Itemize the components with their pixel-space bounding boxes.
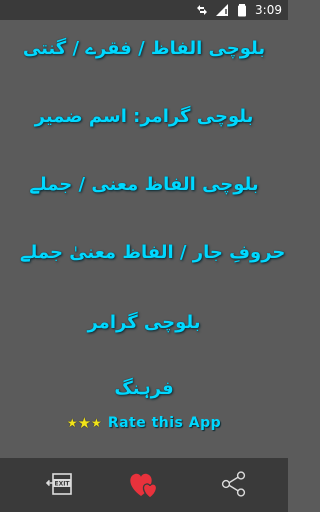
- menu-item-grammar-pronoun[interactable]: بلوچی گرامر: اسم ضمیر: [20, 106, 268, 127]
- data-transfer-icon: [197, 5, 208, 15]
- menu-item-dictionary[interactable]: فرہنگ: [20, 378, 268, 399]
- bottom-bar: EXIT: [0, 458, 288, 512]
- status-time: 3:09: [255, 3, 282, 17]
- signal-icon: [216, 4, 229, 16]
- share-button[interactable]: [214, 464, 254, 504]
- main-menu: بلوچی الفاظ / فقرے / گنتی بلوچی گرامر: ا…: [0, 20, 288, 468]
- status-icons: 3:09: [195, 3, 282, 17]
- menu-item-prepositions[interactable]: حروفِ جار / الفاظ معنیٰ جملے: [20, 242, 285, 263]
- hearts-icon: [130, 473, 158, 499]
- menu-item-words-phrases-counting[interactable]: بلوچی الفاظ / فقرے / گنتی: [20, 38, 268, 59]
- menu-item-words-meaning-sentences[interactable]: بلوچی الفاظ معنی / جملے: [20, 174, 268, 195]
- rate-app-button[interactable]: ★ ★ ★ Rate this App: [0, 412, 288, 434]
- rate-app-label: Rate this App: [107, 415, 222, 431]
- exit-icon-text: EXIT: [54, 481, 70, 488]
- exit-button[interactable]: EXIT: [42, 464, 82, 504]
- menu-item-grammar[interactable]: بلوچی گرامر: [20, 312, 268, 333]
- favorites-button[interactable]: [124, 464, 164, 504]
- exit-icon: EXIT: [45, 473, 72, 495]
- three-stars-icon: ★ ★ ★: [66, 414, 102, 432]
- status-bar: 3:09: [0, 0, 288, 20]
- battery-icon: [238, 4, 247, 17]
- share-icon: [221, 471, 246, 497]
